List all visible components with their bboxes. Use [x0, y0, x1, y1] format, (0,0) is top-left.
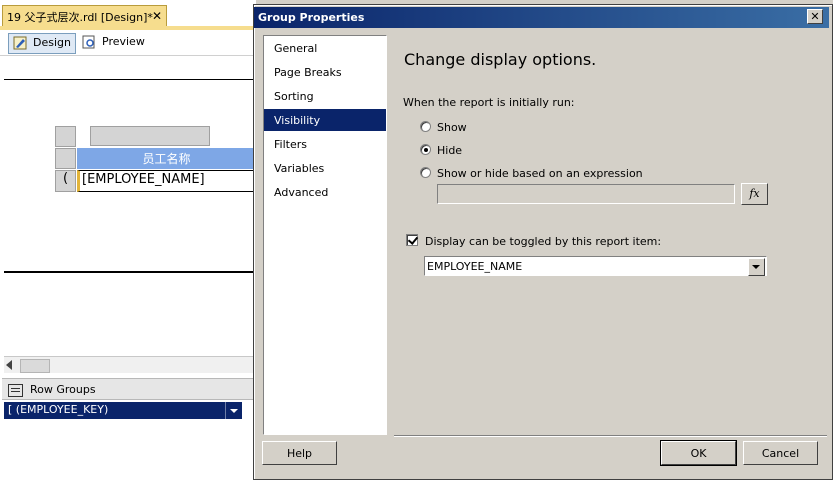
- toggle-item-select[interactable]: EMPLOYEE_NAME: [424, 256, 767, 276]
- tab-design[interactable]: Design: [8, 33, 76, 54]
- row-groups-icon: [8, 384, 23, 397]
- hide-radio-label[interactable]: Hide: [437, 144, 462, 157]
- tab-preview-label: Preview: [102, 35, 145, 48]
- scroll-left-icon[interactable]: [6, 360, 12, 370]
- cancel-button[interactable]: Cancel: [743, 441, 818, 465]
- horizontal-scrollbar[interactable]: [4, 356, 256, 373]
- tablix-column-handle[interactable]: [90, 126, 210, 146]
- document-tab-title: 19 父子式层次.rdl [Design]*: [7, 11, 153, 24]
- row-groups-header: Row Groups: [2, 378, 256, 400]
- nav-item-sorting[interactable]: Sorting: [264, 85, 386, 107]
- design-icon: [13, 36, 27, 50]
- close-icon[interactable]: ✕: [152, 9, 162, 23]
- expression-radio-label[interactable]: Show or hide based on an expression: [437, 167, 643, 180]
- show-radio[interactable]: [420, 121, 431, 132]
- show-radio-label[interactable]: Show: [437, 121, 467, 134]
- scrollbar-thumb[interactable]: [20, 359, 50, 373]
- nav-item-visibility[interactable]: Visibility: [264, 109, 386, 131]
- hide-radio[interactable]: [420, 144, 431, 155]
- chevron-down-icon[interactable]: [225, 402, 242, 419]
- nav-item-general[interactable]: General: [264, 37, 386, 59]
- initial-state-prompt: When the report is initially run:: [403, 96, 575, 109]
- tablix-row-handle-group[interactable]: (: [55, 170, 76, 192]
- row-group-item-label: [ (EMPLOYEE_KEY): [8, 403, 109, 416]
- row-group-item[interactable]: [ (EMPLOYEE_KEY): [4, 402, 242, 419]
- toggle-checkbox-label[interactable]: Display can be toggled by this report it…: [425, 235, 661, 248]
- tab-preview[interactable]: Preview: [78, 33, 149, 54]
- nav-item-variables[interactable]: Variables: [264, 157, 386, 179]
- document-tab[interactable]: 19 父子式层次.rdl [Design]* ✕: [2, 5, 167, 27]
- nav-item-page-breaks[interactable]: Page Breaks: [264, 61, 386, 83]
- nav-item-advanced[interactable]: Advanced: [264, 181, 386, 203]
- dialog-title: Group Properties: [258, 11, 365, 24]
- footer-separator: [394, 435, 827, 436]
- tab-design-label: Design: [33, 36, 71, 49]
- expression-input[interactable]: [437, 184, 735, 204]
- toggle-checkbox[interactable]: [406, 234, 418, 246]
- dialog-close-button[interactable]: ✕: [807, 9, 823, 24]
- dialog-title-bar: Group Properties: [254, 7, 829, 28]
- chevron-down-icon[interactable]: [748, 258, 765, 276]
- preview-icon: [82, 35, 95, 49]
- tablix-corner-handle[interactable]: [55, 126, 76, 147]
- help-button[interactable]: Help: [262, 441, 337, 465]
- table-data-cell[interactable]: [EMPLOYEE_NAME]: [77, 170, 256, 192]
- expression-radio[interactable]: [420, 167, 431, 178]
- tablix-row-handle-header[interactable]: [55, 148, 76, 169]
- toggle-item-value: EMPLOYEE_NAME: [427, 260, 523, 273]
- page-header-divider: [4, 79, 256, 80]
- table-header-cell[interactable]: 员工名称: [77, 148, 256, 169]
- page-heading: Change display options.: [404, 50, 597, 69]
- fx-expression-button[interactable]: fx: [741, 183, 768, 205]
- ok-button[interactable]: OK: [660, 440, 737, 466]
- page-footer-divider: [4, 271, 256, 273]
- row-groups-title: Row Groups: [30, 383, 96, 396]
- nav-item-filters[interactable]: Filters: [264, 133, 386, 155]
